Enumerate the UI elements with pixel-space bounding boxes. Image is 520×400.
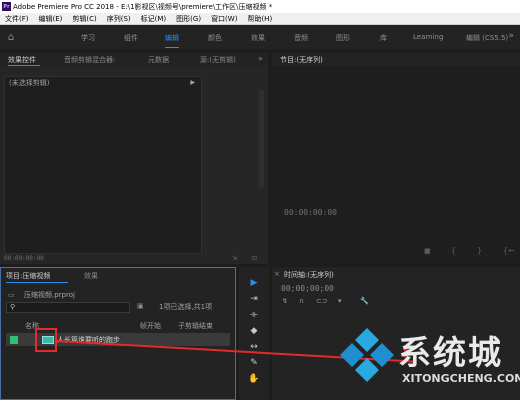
tab-audio-clip-mixer[interactable]: 音频剪辑混合器: [64, 55, 115, 65]
source-export-icon[interactable]: ⇲ [232, 255, 237, 262]
ripple-edit-tool-icon[interactable]: ⟛ [248, 309, 260, 321]
column-subclip-end-header[interactable]: 子剪辑结束 [178, 321, 213, 331]
menu-bar: 文件(F) 编辑(E) 剪辑(C) 序列(S) 标记(M) 图形(G) 窗口(W… [0, 13, 520, 25]
tab-metadata[interactable]: 元数据 [148, 55, 169, 65]
workspace-editing[interactable]: 编辑 [165, 33, 179, 48]
project-tab-indicator [6, 282, 68, 283]
tab-effects[interactable]: 效果 [84, 271, 98, 281]
workspace-learn[interactable]: 学习 [81, 33, 95, 43]
watermark-text: 系统城 [398, 333, 503, 372]
menu-help[interactable]: 帮助(H) [242, 14, 277, 24]
menu-edit[interactable]: 编辑(E) [34, 14, 68, 24]
timeline-timecode: 00;00;00;00 [281, 284, 334, 293]
selection-info: 1项已选择,共1项 [159, 303, 213, 311]
list-item[interactable]: (未选择剪辑) [5, 77, 201, 89]
source-panel-header: 效果控件 音频剪辑混合器: 元数据 源:(无剪辑) » [0, 52, 268, 66]
title-bar: Pr Adobe Premiere Pro CC 2018 - E:\1影视区\… [0, 0, 520, 13]
watermark-url: XITONGCHENG.COM [402, 372, 520, 385]
source-timecode: 00:00:00:00 [4, 255, 44, 262]
home-icon[interactable]: ⌂ [0, 25, 22, 49]
go-to-in-icon[interactable]: {← [503, 246, 515, 255]
hand-tool-icon[interactable]: ✋ [248, 373, 260, 385]
label-color-swatch[interactable] [10, 335, 18, 344]
project-file-name: 压缩视频.prproj [24, 291, 75, 299]
menu-file[interactable]: 文件(F) [0, 14, 34, 24]
column-frame-start-header[interactable]: 帧开始 [140, 321, 161, 331]
workspace-effects[interactable]: 效果 [251, 33, 265, 43]
menu-window[interactable]: 窗口(W) [206, 14, 242, 24]
timeline-title[interactable]: 时间轴:(无序列) [284, 270, 334, 280]
search-icon: ⚲ [10, 303, 16, 311]
workspace-learning-en[interactable]: Learning [413, 33, 443, 41]
tab-project[interactable]: 项目:压缩视频 [6, 271, 50, 281]
window-title: Adobe Premiere Pro CC 2018 - E:\1影视区\视频号… [13, 2, 273, 11]
menu-clip[interactable]: 剪辑(C) [67, 14, 101, 24]
workspace-more-icon[interactable]: » [508, 31, 514, 41]
track-select-tool-icon[interactable]: ⇥ [248, 293, 260, 305]
source-settings-icon[interactable]: ⊡ [252, 255, 257, 262]
pen-tool-icon[interactable]: ✎ [248, 357, 260, 369]
razor-tool-icon[interactable]: ◆ [248, 325, 260, 337]
workspace-libraries[interactable]: 库 [380, 33, 387, 43]
add-marker-icon[interactable]: ■ [424, 247, 431, 255]
wrench-icon[interactable]: 🔧 [360, 297, 369, 305]
menu-graphics[interactable]: 图形(G) [171, 14, 206, 24]
add-marker-icon-timeline[interactable]: ▾ [338, 297, 342, 305]
watermark-logo-icon [340, 328, 394, 382]
mark-in-icon[interactable]: { [451, 246, 456, 255]
nest-toggle-icon[interactable]: ↯ [282, 297, 288, 305]
premiere-logo-icon: Pr [2, 2, 11, 11]
panel-overflow-icon[interactable]: » [258, 54, 263, 63]
new-bin-icon[interactable]: ▣ [137, 302, 144, 310]
program-monitor-title[interactable]: 节目:(无序列) [280, 55, 323, 65]
workspace-bar: ⌂ 学习 组件 编辑 颜色 效果 音频 图形 库 Learning 编辑 (CS… [0, 25, 520, 49]
menu-markers[interactable]: 标记(M) [136, 14, 172, 24]
tab-effect-controls[interactable]: 效果控件 [8, 55, 36, 65]
expand-arrow-icon[interactable]: ▶ [190, 79, 195, 86]
selection-tool-icon[interactable]: ▶ [248, 277, 260, 289]
highlight-box [35, 328, 57, 352]
program-timecode: 00:00:00:00 [284, 208, 337, 217]
tab-source[interactable]: 源:(无剪辑) [200, 55, 236, 65]
effect-controls-list: (未选择剪辑) ▶ [4, 76, 202, 254]
workspace-editing-cs55[interactable]: 编辑 (CS5.5) [466, 33, 508, 43]
folder-icon: ▭ [8, 291, 15, 299]
close-icon[interactable]: × [274, 270, 280, 278]
linked-selection-icon[interactable]: ⊂⊃ [316, 297, 328, 305]
workspace-assembly[interactable]: 组件 [124, 33, 138, 43]
program-monitor-view [272, 66, 520, 264]
mark-out-icon[interactable]: } [477, 246, 482, 255]
tools-panel: ▶ ⇥ ⟛ ◆ ↔ ✎ ✋ [239, 267, 269, 400]
workspace-color[interactable]: 颜色 [208, 33, 222, 43]
project-search-input[interactable]: ⚲ [6, 302, 130, 313]
workspace-audio[interactable]: 音频 [294, 33, 308, 43]
snap-icon[interactable]: ∩ [299, 297, 304, 305]
program-panel-header: 节目:(无序列) [272, 52, 520, 66]
workspace-graphics[interactable]: 图形 [336, 33, 350, 43]
timeline-panel-header: × 时间轴:(无序列) [272, 267, 520, 281]
menu-sequence[interactable]: 序列(S) [102, 14, 136, 24]
source-scrollbar[interactable] [259, 90, 264, 188]
